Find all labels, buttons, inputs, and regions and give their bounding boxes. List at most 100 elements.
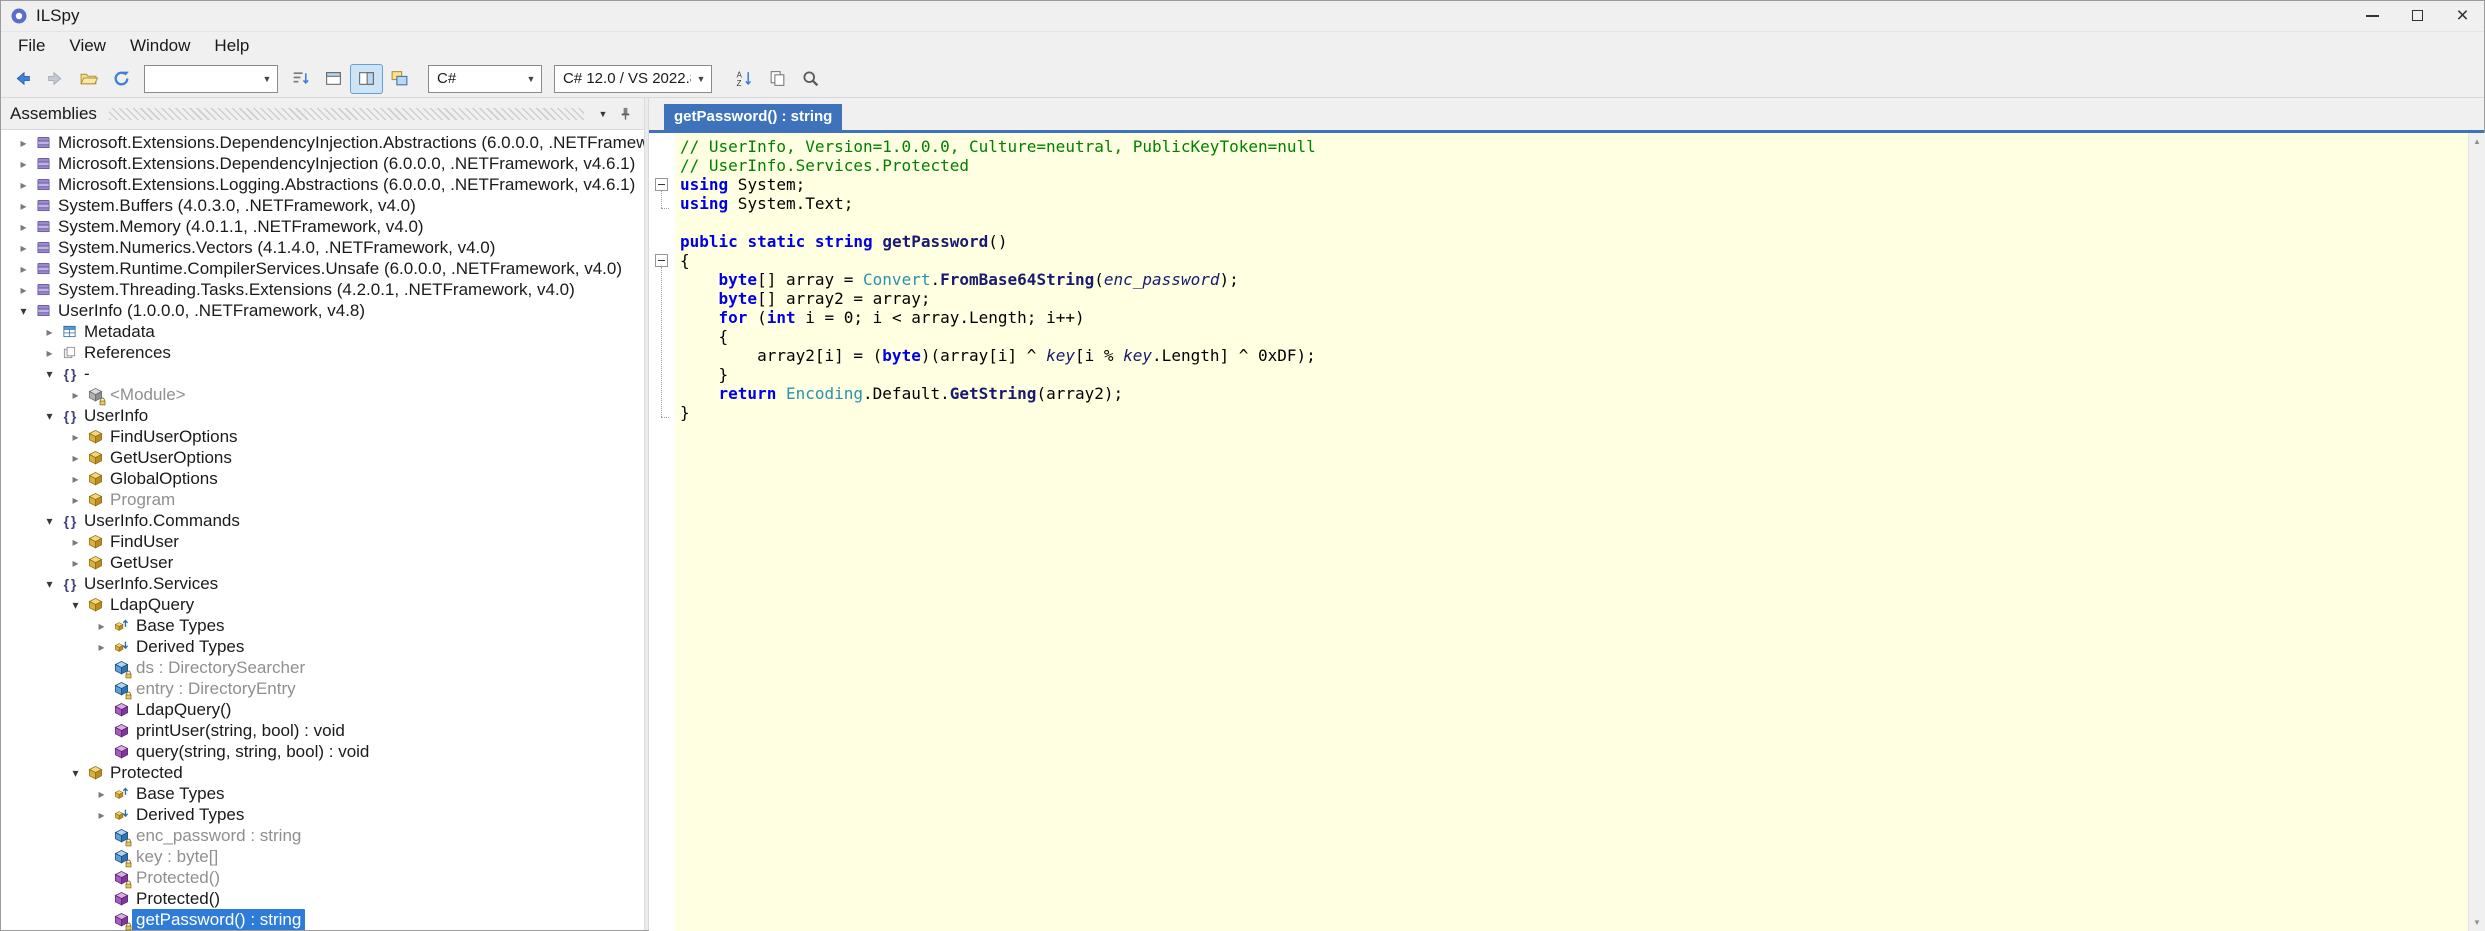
tree-item-finduseroptions[interactable]: ▸FindUserOptions xyxy=(0,426,644,447)
tree-item-ds-directorysearcher[interactable]: ds : DirectorySearcher xyxy=(0,657,644,678)
svg-text:Z: Z xyxy=(737,79,742,88)
fold-guide-line xyxy=(661,191,662,208)
tree-item-microsoft-extensions-dependencyinj[interactable]: ▸Microsoft.Extensions.DependencyInjectio… xyxy=(0,132,644,153)
menu-item-help[interactable]: Help xyxy=(202,32,261,60)
expander-expanded-icon[interactable]: ▾ xyxy=(66,766,85,780)
tree-item-derived-types[interactable]: ▸Derived Types xyxy=(0,636,644,657)
expander-expanded-icon[interactable]: ▾ xyxy=(66,598,85,612)
fold-collapse-icon[interactable] xyxy=(655,178,668,191)
tree-item-entry-directoryentry[interactable]: entry : DirectoryEntry xyxy=(0,678,644,699)
minimize-button[interactable] xyxy=(2350,0,2395,31)
tree-item-base-types[interactable]: ▸Base Types xyxy=(0,783,644,804)
dock-pane-button[interactable] xyxy=(317,64,350,94)
expander-collapsed-icon[interactable]: ▸ xyxy=(66,472,85,486)
expander-collapsed-icon[interactable]: ▸ xyxy=(14,136,33,150)
split-pane-button[interactable] xyxy=(350,64,383,94)
expander-collapsed-icon[interactable]: ▸ xyxy=(92,619,111,633)
tree-item-program[interactable]: ▸Program xyxy=(0,489,644,510)
expander-expanded-icon[interactable]: ▾ xyxy=(40,367,59,381)
tab-getpassword[interactable]: getPassword() : string xyxy=(664,104,842,130)
language-combobox[interactable]: C#▼ xyxy=(428,65,542,93)
menu-item-view[interactable]: View xyxy=(57,32,118,60)
expander-collapsed-icon[interactable]: ▸ xyxy=(92,640,111,654)
menu-item-file[interactable]: File xyxy=(6,32,57,60)
scroll-up-icon[interactable]: ▲ xyxy=(2469,133,2485,150)
expander-collapsed-icon[interactable]: ▸ xyxy=(40,346,59,360)
tree-item-getuseroptions[interactable]: ▸GetUserOptions xyxy=(0,447,644,468)
tree-item-query-string-string-bool-void[interactable]: query(string, string, bool) : void xyxy=(0,741,644,762)
menu-item-window[interactable]: Window xyxy=(118,32,202,60)
maximize-button[interactable] xyxy=(2395,0,2440,31)
sort-members-button[interactable]: AZ xyxy=(728,64,761,94)
scroll-down-icon[interactable]: ▼ xyxy=(2469,914,2485,931)
expander-collapsed-icon[interactable]: ▸ xyxy=(14,178,33,192)
tree-item-getpassword-string[interactable]: getPassword() : string xyxy=(0,909,644,930)
code-view[interactable]: // UserInfo, Version=1.0.0.0, Culture=ne… xyxy=(649,133,2485,931)
expander-collapsed-icon[interactable]: ▸ xyxy=(66,451,85,465)
expander-collapsed-icon[interactable]: ▸ xyxy=(66,535,85,549)
tree-item-system-runtime-compilerservices-un[interactable]: ▸ System.Runtime.CompilerServices.Unsafe … xyxy=(0,258,644,279)
tree-item-derived-types[interactable]: ▸Derived Types xyxy=(0,804,644,825)
tree-item-globaloptions[interactable]: ▸GlobalOptions xyxy=(0,468,644,489)
expander-collapsed-icon[interactable]: ▸ xyxy=(14,241,33,255)
expander-collapsed-icon[interactable]: ▸ xyxy=(14,157,33,171)
clone-tab-button[interactable] xyxy=(761,64,794,94)
tree-item-key-byte[interactable]: key : byte[] xyxy=(0,846,644,867)
expander-collapsed-icon[interactable]: ▸ xyxy=(14,262,33,276)
tree-item-metadata[interactable]: ▸Metadata xyxy=(0,321,644,342)
tree-item-microsoft-extensions-logging-abstr[interactable]: ▸Microsoft.Extensions.Logging.Abstractio… xyxy=(0,174,644,195)
expander-collapsed-icon[interactable]: ▸ xyxy=(14,220,33,234)
tree-item-system-threading-tasks-extensions-[interactable]: ▸System.Threading.Tasks.Extensions (4.2.… xyxy=(0,279,644,300)
panel-pin-button[interactable] xyxy=(614,103,636,125)
language-version-combobox[interactable]: C# 12.0 / VS 2022.8▼ xyxy=(554,65,712,93)
expander-expanded-icon[interactable]: ▾ xyxy=(40,514,59,528)
tree-item-ldapquery[interactable]: ▾LdapQuery xyxy=(0,594,644,615)
tree-item-protected[interactable]: Protected() xyxy=(0,867,644,888)
expander-collapsed-icon[interactable]: ▸ xyxy=(14,283,33,297)
expander-collapsed-icon[interactable]: ▸ xyxy=(92,787,111,801)
tree-item-protected[interactable]: Protected() xyxy=(0,888,644,909)
fold-collapse-icon[interactable] xyxy=(655,254,668,267)
expander-collapsed-icon[interactable]: ▸ xyxy=(66,388,85,402)
panel-menu-button[interactable]: ▼ xyxy=(592,103,614,125)
back-button[interactable] xyxy=(6,64,39,94)
open-file-button[interactable] xyxy=(72,64,105,94)
tree-item-microsoft-extensions-dependencyinj[interactable]: ▸Microsoft.Extensions.DependencyInjectio… xyxy=(0,153,644,174)
tree-item-getuser[interactable]: ▸GetUser xyxy=(0,552,644,573)
tree-item-userinfo-commands[interactable]: ▾{ }UserInfo.Commands xyxy=(0,510,644,531)
tree-item-system-buffers-4-0-3-0-netframewor[interactable]: ▸System.Buffers (4.0.3.0, .NETFramework,… xyxy=(0,195,644,216)
expander-expanded-icon[interactable]: ▾ xyxy=(14,304,33,318)
tree-item-ldapquery[interactable]: LdapQuery() xyxy=(0,699,644,720)
expander-collapsed-icon[interactable]: ▸ xyxy=(92,808,111,822)
tree-item-enc-password-string[interactable]: enc_password : string xyxy=(0,825,644,846)
tree-item-label: System.Runtime.CompilerServices.Unsafe (… xyxy=(54,258,626,280)
expander-collapsed-icon[interactable]: ▸ xyxy=(66,493,85,507)
tree-item-system-numerics-vectors-4-1-4-0-ne[interactable]: ▸System.Numerics.Vectors (4.1.4.0, .NETF… xyxy=(0,237,644,258)
expander-collapsed-icon[interactable]: ▸ xyxy=(14,199,33,213)
refresh-button[interactable] xyxy=(105,64,138,94)
tree-item-printuser-string-bool-void[interactable]: printUser(string, bool) : void xyxy=(0,720,644,741)
expander-collapsed-icon[interactable]: ▸ xyxy=(66,556,85,570)
expander-expanded-icon[interactable]: ▾ xyxy=(40,409,59,423)
tree-item-system-memory-4-0-1-1-netframework[interactable]: ▸System.Memory (4.0.1.1, .NETFramework, … xyxy=(0,216,644,237)
tree-item-base-types[interactable]: ▸Base Types xyxy=(0,615,644,636)
vertical-scrollbar[interactable]: ▲ ▼ xyxy=(2468,133,2485,931)
manage-assembly-lists-button[interactable] xyxy=(383,64,416,94)
tree-item-finduser[interactable]: ▸FindUser xyxy=(0,531,644,552)
tree-item-module[interactable]: ▸<Module> xyxy=(0,384,644,405)
tree-item-userinfo-1-0-0-0-netframework-v4-8[interactable]: ▾UserInfo (1.0.0.0, .NETFramework, v4.8) xyxy=(0,300,644,321)
forward-button[interactable] xyxy=(39,64,72,94)
assembly-list-combobox[interactable]: ▼ xyxy=(144,65,278,93)
expander-collapsed-icon[interactable]: ▸ xyxy=(40,325,59,339)
tree-item-userinfo[interactable]: ▾{ }UserInfo xyxy=(0,405,644,426)
search-button[interactable] xyxy=(794,64,827,94)
sort-assembly-list-button[interactable] xyxy=(284,64,317,94)
close-button[interactable]: × xyxy=(2440,0,2485,31)
tree-item-references[interactable]: ▸References xyxy=(0,342,644,363)
assembly-icon xyxy=(33,260,54,277)
expander-collapsed-icon[interactable]: ▸ xyxy=(66,430,85,444)
tree-item-userinfo-services[interactable]: ▾{ }UserInfo.Services xyxy=(0,573,644,594)
tree-item-node[interactable]: ▾{ }- xyxy=(0,363,644,384)
expander-expanded-icon[interactable]: ▾ xyxy=(40,577,59,591)
tree-item-protected[interactable]: ▾Protected xyxy=(0,762,644,783)
